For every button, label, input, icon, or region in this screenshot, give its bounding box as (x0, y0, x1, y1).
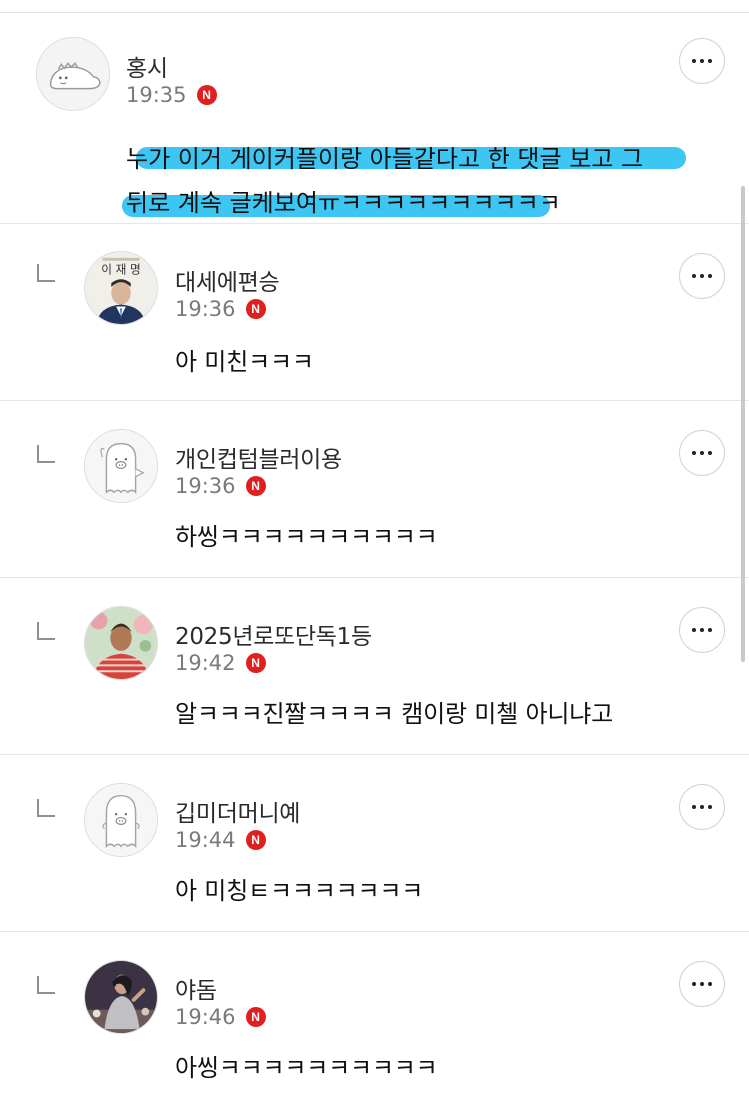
comment-item: 홍시 19:35 N 누가 이거 게이커플이랑 아들같다고 한 댓글 보고 그 … (0, 13, 749, 224)
more-dots-icon (692, 59, 712, 63)
pig-ghost-avatar (85, 784, 157, 856)
comment-meta: 19:44 N (175, 828, 266, 852)
timestamp: 19:44 (175, 828, 236, 852)
more-options-button[interactable] (679, 38, 725, 84)
comment-body-line: 뒤로 계속 글케보여ㅠㅋㅋㅋㅋㅋㅋㅋㅋㅋㅋ (122, 181, 706, 225)
timestamp: 19:46 (175, 1005, 236, 1029)
more-dots-icon (692, 451, 712, 455)
new-badge-icon: N (245, 653, 266, 673)
comment-text: 누가 이거 게이커플이랑 아들같다고 한 댓글 보고 그 (126, 145, 644, 173)
new-badge-icon: N (196, 85, 217, 105)
avatar-caption: 이 재 명 (101, 262, 141, 276)
new-badge-icon: N (245, 830, 266, 850)
avatar[interactable] (84, 783, 158, 857)
more-options-button[interactable] (679, 430, 725, 476)
timestamp: 19:35 (126, 83, 187, 107)
avatar[interactable] (84, 429, 158, 503)
pig-ghost-avatar (85, 430, 157, 502)
comment-meta: 19:42 N (175, 651, 266, 675)
avatar[interactable] (84, 960, 158, 1034)
more-dots-icon (692, 982, 712, 986)
more-dots-icon (692, 274, 712, 278)
woman-photo-avatar (85, 961, 157, 1033)
nickname[interactable]: 야돔 (175, 971, 217, 1005)
reply-indent-icon (37, 799, 55, 817)
comment-meta: 19:46 N (175, 1005, 266, 1029)
nickname[interactable]: 홍시 (126, 49, 168, 83)
nickname[interactable]: 개인컵텀블러이용 (175, 440, 342, 474)
comment-text: 알ㅋㅋㅋ진짤ㅋㅋㅋㅋ 캠이랑 미첼 아니냐고 (175, 700, 614, 728)
more-options-button[interactable] (679, 784, 725, 830)
avatar[interactable] (36, 37, 110, 111)
timestamp: 19:36 (175, 297, 236, 321)
more-dots-icon (692, 805, 712, 809)
new-badge-icon: N (245, 476, 266, 496)
comment-text: 뒤로 계속 글케보여ㅠㅋㅋㅋㅋㅋㅋㅋㅋㅋㅋ (126, 189, 561, 217)
comment-text: 아 미친ㅋㅋㅋ (175, 348, 314, 376)
timestamp: 19:36 (175, 474, 236, 498)
nickname[interactable]: 대세에편승 (175, 263, 280, 297)
more-dots-icon (692, 628, 712, 632)
reply-indent-icon (37, 445, 55, 463)
more-options-button[interactable] (679, 607, 725, 653)
reply-item: 야돔 19:46 N 아씽ㅋㅋㅋㅋㅋㅋㅋㅋㅋㅋ (0, 932, 749, 1098)
more-options-button[interactable] (679, 253, 725, 299)
nickname[interactable]: 2025년로또단독1등 (175, 617, 372, 651)
reply-item: 2025년로또단독1등 19:42 N 알ㅋㅋㅋ진짤ㅋㅋㅋㅋ 캠이랑 미첼 아니… (0, 578, 749, 755)
comment-body: 누가 이거 게이커플이랑 아들같다고 한 댓글 보고 그 뒤로 계속 글케보여ㅠ… (122, 137, 706, 225)
comment-meta: 19:35 N (126, 83, 217, 107)
man-photo-avatar (85, 607, 157, 679)
new-badge-icon: N (245, 1007, 266, 1027)
reply-indent-icon (37, 976, 55, 994)
politician-photo-avatar: 이 재 명 (85, 252, 157, 324)
scrollbar[interactable] (741, 186, 745, 662)
nickname[interactable]: 깁미더머니예 (175, 794, 300, 828)
avatar[interactable]: 이 재 명 (84, 251, 158, 325)
timestamp: 19:42 (175, 651, 236, 675)
comment-meta: 19:36 N (175, 474, 266, 498)
avatar[interactable] (84, 606, 158, 680)
new-badge-icon: N (245, 299, 266, 319)
comment-text: 하씽ㅋㅋㅋㅋㅋㅋㅋㅋㅋㅋ (175, 523, 438, 551)
comment-text: 아씽ㅋㅋㅋㅋㅋㅋㅋㅋㅋㅋ (175, 1054, 438, 1082)
reply-item: 개인컵텀블러이용 19:36 N 하씽ㅋㅋㅋㅋㅋㅋㅋㅋㅋㅋ (0, 401, 749, 578)
reply-item: 깁미더머니예 19:44 N 아 미칭ㅌㅋㅋㅋㅋㅋㅋㅋ (0, 755, 749, 932)
more-options-button[interactable] (679, 961, 725, 1007)
comment-text: 아 미칭ㅌㅋㅋㅋㅋㅋㅋㅋ (175, 877, 424, 905)
dinosaur-avatar-icon (37, 38, 109, 110)
comment-body-line: 누가 이거 게이커플이랑 아들같다고 한 댓글 보고 그 (126, 137, 706, 181)
reply-indent-icon (37, 622, 55, 640)
comment-meta: 19:36 N (175, 297, 266, 321)
reply-indent-icon (37, 264, 55, 282)
reply-item: 이 재 명 대세에편승 19:36 N 아 미친ㅋㅋㅋ (0, 224, 749, 401)
